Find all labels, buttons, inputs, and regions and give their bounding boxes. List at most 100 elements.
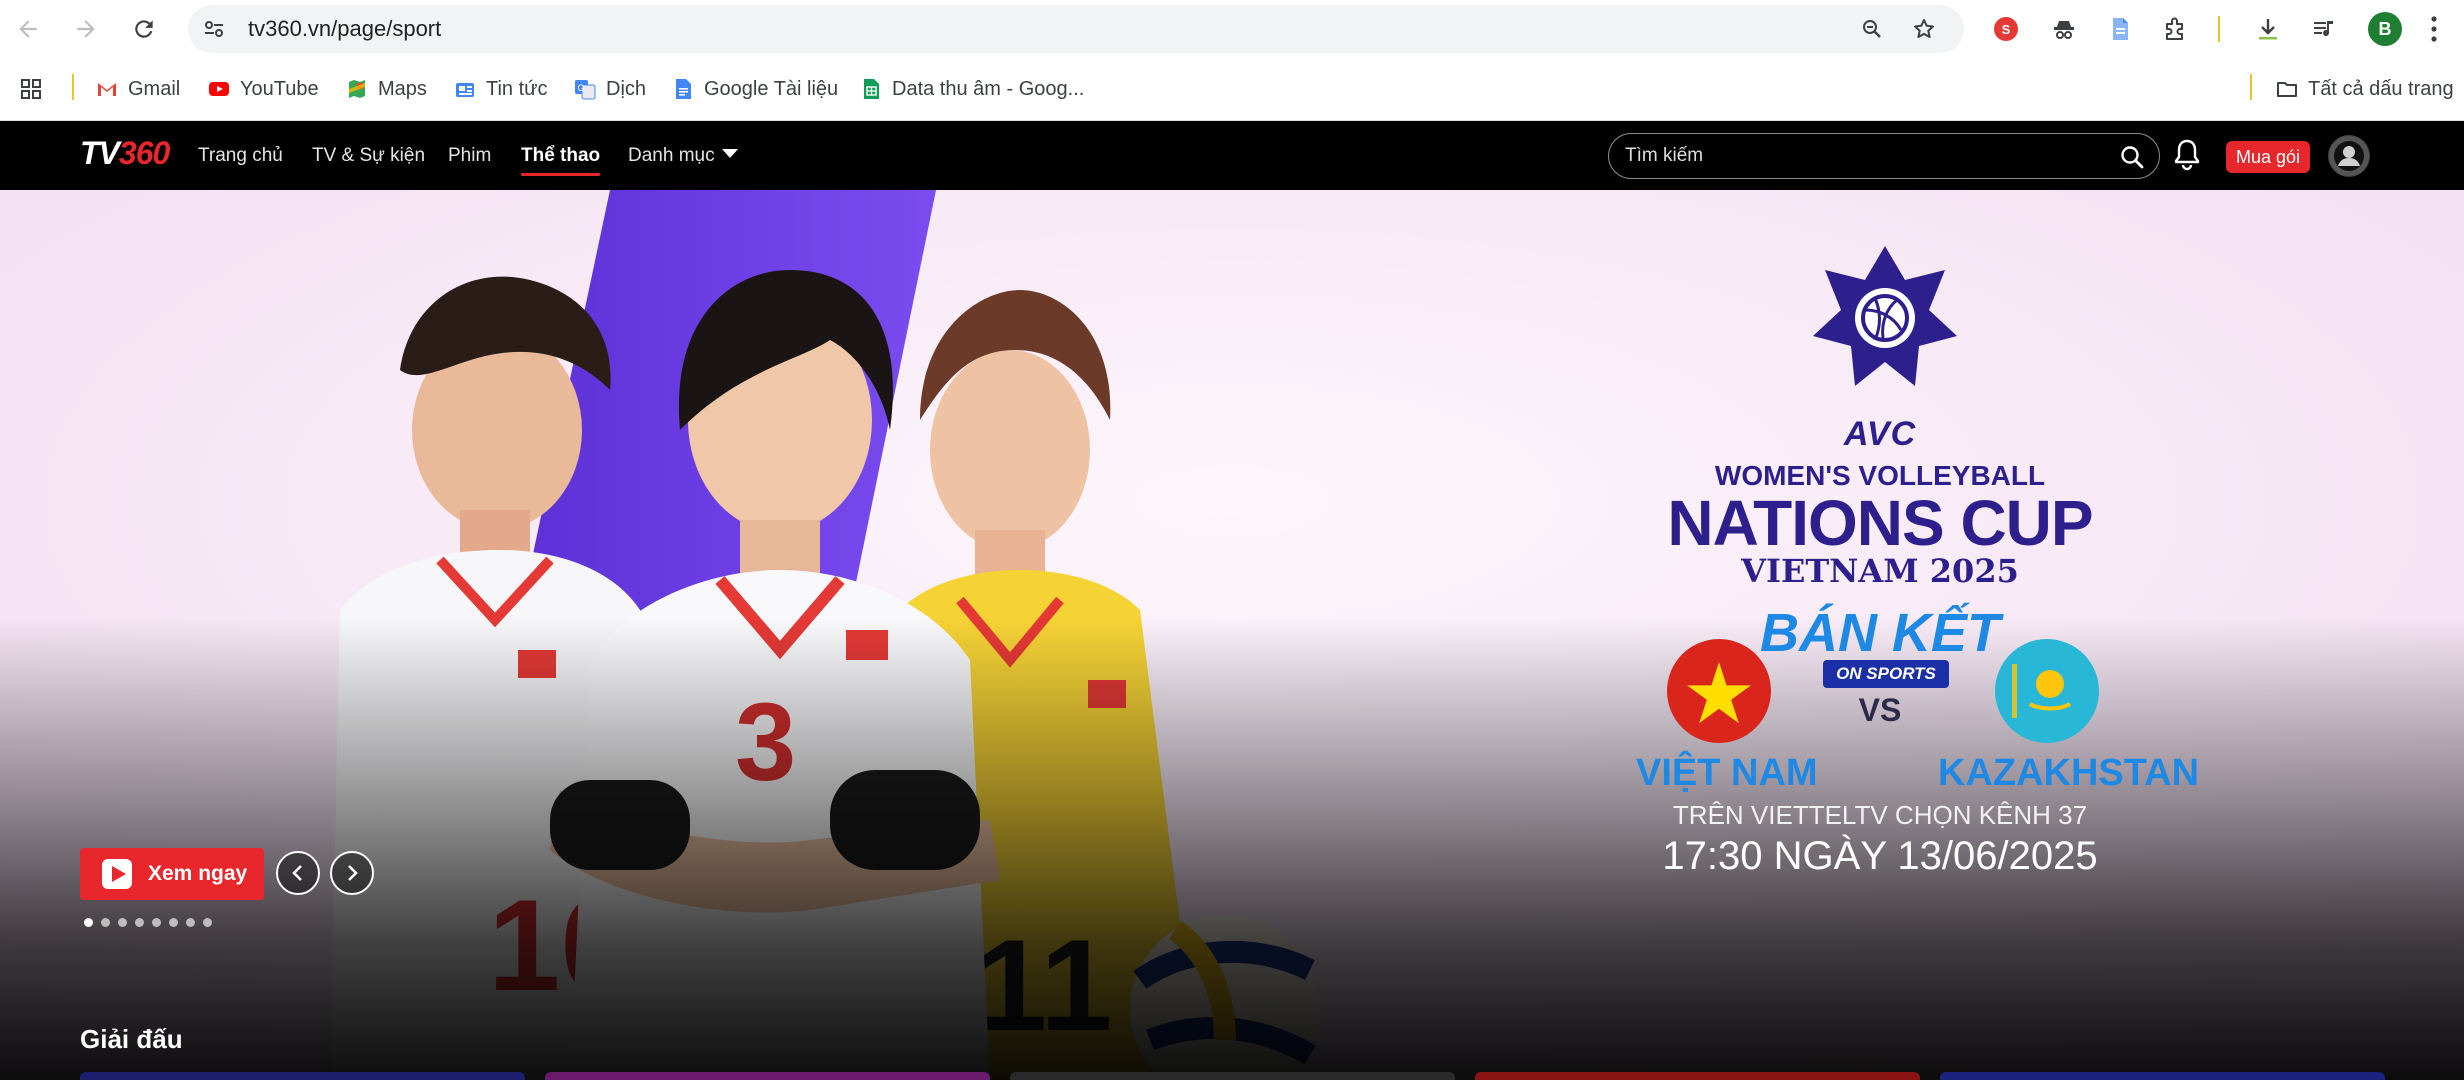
nav-sports[interactable]: Thể thao xyxy=(521,121,601,190)
forward-arrow-icon xyxy=(77,20,95,38)
slide-dot[interactable] xyxy=(84,918,93,927)
download-icon[interactable] xyxy=(2252,13,2284,45)
gmail-icon xyxy=(98,83,116,96)
reload-icon xyxy=(135,20,153,38)
bookmark-label: Dịch xyxy=(606,77,647,100)
tournament-tile[interactable] xyxy=(1010,1072,1455,1080)
chevron-right-icon xyxy=(348,865,358,881)
slide-dot[interactable] xyxy=(152,918,161,927)
news-icon xyxy=(456,83,474,97)
bookmark-maps[interactable]: Maps xyxy=(346,72,427,106)
bookmark-star-icon[interactable] xyxy=(1912,17,1936,41)
nav-home[interactable]: Trang chủ xyxy=(198,121,283,190)
forward-button[interactable] xyxy=(66,9,106,49)
user-avatar-icon[interactable] xyxy=(2328,135,2370,177)
bookmark-label: Data thu âm - Goog... xyxy=(892,77,1085,100)
chevron-left-icon xyxy=(292,865,302,881)
prev-slide-button[interactable] xyxy=(276,851,320,895)
tournament-tile[interactable] xyxy=(80,1072,525,1080)
apps-grid-icon xyxy=(21,79,41,99)
nav-movies[interactable]: Phim xyxy=(448,121,491,190)
back-button[interactable] xyxy=(8,9,48,49)
all-bookmarks-folder[interactable]: Tất cả dấu trang xyxy=(2276,72,2454,106)
browser-toolbar: tv360.vn/page/sport S B xyxy=(0,0,2464,58)
bookmark-youtube[interactable]: YouTube xyxy=(208,72,319,106)
tv360-logo[interactable]: TV360 xyxy=(80,135,170,175)
slide-dot[interactable] xyxy=(118,918,127,927)
tournament-tile[interactable] xyxy=(1475,1072,1920,1080)
kazakhstan-flag-icon xyxy=(1995,639,2099,743)
bell-icon[interactable] xyxy=(2172,138,2202,172)
search-box xyxy=(1608,133,2160,179)
bookmark-label: Gmail xyxy=(128,77,181,100)
bookmark-google-docs[interactable]: Google Tài liệu xyxy=(672,72,838,106)
tournaments-heading: Giải đấu xyxy=(80,1024,183,1054)
bookmark-separator xyxy=(2250,74,2252,100)
nav-categories[interactable]: Danh mục xyxy=(628,121,715,190)
profile-avatar[interactable]: B xyxy=(2368,12,2402,46)
event-title-line3: VIETNAM 2025 xyxy=(1741,552,2019,590)
all-bookmarks-label: Tất cả dấu trang xyxy=(2308,77,2454,100)
team-away: KAZAKHSTAN xyxy=(1938,752,2200,794)
slide-dot[interactable] xyxy=(169,918,178,927)
nav-tv-events[interactable]: TV & Sự kiện xyxy=(312,121,425,190)
event-title-line2: NATIONS CUP xyxy=(1667,487,2093,559)
vietnam-flag-icon xyxy=(1667,639,1771,743)
bookmark-translate[interactable]: G Dịch xyxy=(574,72,646,106)
hero-banner[interactable]: 10 11 3 xyxy=(0,190,2464,1080)
reload-button[interactable] xyxy=(124,9,164,49)
extensions-puzzle-icon[interactable] xyxy=(2160,13,2192,45)
site-settings-icon[interactable] xyxy=(202,17,226,41)
bookmark-separator xyxy=(72,74,74,100)
apps-grid-button[interactable] xyxy=(20,72,52,106)
bookmark-label: Tin tức xyxy=(486,77,548,100)
extension-seo-icon[interactable]: S xyxy=(1990,13,2022,45)
zoom-icon[interactable] xyxy=(1860,17,1884,41)
match-time: 17:30 NGÀY 13/06/2025 xyxy=(1662,834,2098,878)
bookmark-label: YouTube xyxy=(240,77,319,100)
slide-dot[interactable] xyxy=(203,918,212,927)
toolbar-separator xyxy=(2218,16,2220,42)
bookmark-gmail[interactable]: Gmail xyxy=(96,72,180,106)
logo-number: 360 xyxy=(118,135,170,171)
browser-menu-icon[interactable] xyxy=(2428,14,2440,44)
sheets-icon xyxy=(864,79,879,99)
folder-icon xyxy=(2277,82,2297,97)
site-header: TV360 Trang chủ TV & Sự kiện Phim Thể th… xyxy=(0,121,2464,190)
next-slide-button[interactable] xyxy=(330,851,374,895)
slide-dot[interactable] xyxy=(186,918,195,927)
bookmark-label: Maps xyxy=(378,77,427,100)
extension-spy-icon[interactable] xyxy=(2048,13,2080,45)
broadcaster-logo: ON SPORTS xyxy=(1823,660,1949,688)
translate-icon: G xyxy=(575,80,596,100)
svg-text:G: G xyxy=(577,83,584,93)
team-home: VIỆT NAM xyxy=(1636,752,1818,794)
media-control-icon[interactable] xyxy=(2308,13,2340,45)
tournament-tile[interactable] xyxy=(545,1072,990,1080)
watch-now-label: Xem ngay xyxy=(148,862,248,885)
play-icon xyxy=(102,859,132,889)
svg-text:S: S xyxy=(2002,22,2011,37)
docs-icon xyxy=(676,79,691,99)
watch-now-button[interactable]: Xem ngay xyxy=(80,848,264,900)
extension-docs-icon[interactable] xyxy=(2104,13,2136,45)
youtube-icon xyxy=(209,82,229,96)
slide-dot[interactable] xyxy=(135,918,144,927)
address-bar[interactable]: tv360.vn/page/sport xyxy=(188,5,1964,53)
tournament-tile[interactable] xyxy=(1940,1072,2385,1080)
bookmark-label: Google Tài liệu xyxy=(704,77,839,100)
slide-dot[interactable] xyxy=(101,918,110,927)
bookmarks-bar: Gmail YouTube Maps Tin tức G Dịch Google… xyxy=(0,58,2464,121)
chevron-down-icon[interactable] xyxy=(722,149,738,158)
search-input[interactable] xyxy=(1625,134,2105,178)
maps-icon xyxy=(349,80,365,98)
back-arrow-icon xyxy=(19,20,37,38)
logo-tv: TV xyxy=(80,135,120,171)
search-icon[interactable] xyxy=(2119,144,2145,170)
url-text[interactable]: tv360.vn/page/sport xyxy=(248,5,441,53)
buy-package-button[interactable]: Mua gói xyxy=(2226,141,2310,173)
match-round: BÁN KẾT xyxy=(1760,603,2000,663)
channel-info: TRÊN VIETTELTV CHỌN KÊNH 37 xyxy=(1672,800,2088,830)
bookmark-sheets[interactable]: Data thu âm - Goog... xyxy=(860,72,1084,106)
bookmark-news[interactable]: Tin tức xyxy=(454,72,548,106)
